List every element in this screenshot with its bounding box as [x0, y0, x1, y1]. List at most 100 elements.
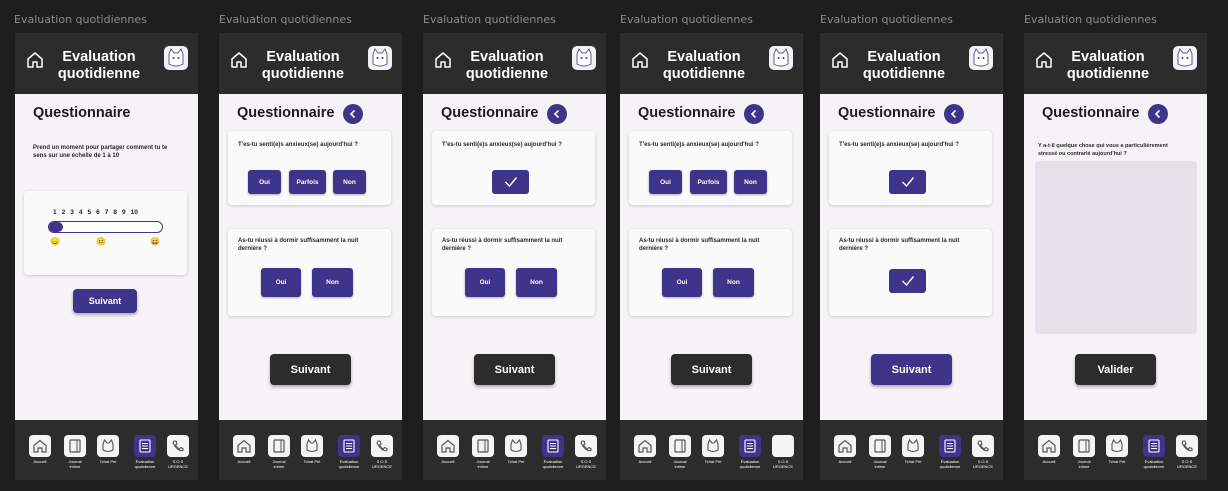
nav-item-phone[interactable]: S.O.S URGENCE — [767, 435, 799, 469]
nav-item-journal[interactable]: Journal intime — [59, 435, 91, 469]
nav-label: Évaluation quotidienne — [542, 459, 564, 469]
question-2-text: As-tu réussi à dormir suffisamment la nu… — [839, 238, 960, 252]
nav-item-checklist[interactable]: Évaluation quotidienne — [129, 435, 161, 469]
answer-oui[interactable]: Oui — [649, 170, 682, 194]
avatar[interactable] — [368, 46, 392, 70]
nav-item-checklist[interactable]: Évaluation quotidienne — [1138, 435, 1170, 469]
nav-label: S.O.S URGENCE — [575, 459, 596, 469]
answer-oui[interactable]: Oui — [662, 268, 702, 297]
nav-item-home[interactable]: Accueil — [629, 435, 661, 464]
next-button[interactable]: Suivant — [474, 354, 555, 385]
answer-non[interactable]: Non — [333, 170, 366, 194]
free-text-input[interactable] — [1035, 161, 1197, 334]
answer-oui[interactable]: Oui — [261, 268, 301, 297]
nav-item-cat[interactable]: Tchat Pet — [92, 435, 124, 464]
nav-label: Accueil — [33, 459, 47, 464]
happy-emoji-icon: 😄 — [150, 237, 160, 246]
answer-selected[interactable] — [492, 170, 529, 194]
mood-slider[interactable] — [48, 221, 163, 233]
back-button[interactable] — [744, 104, 764, 124]
avatar[interactable] — [572, 46, 596, 70]
nav-item-home[interactable]: Accueil — [24, 435, 56, 464]
cat-avatar-icon — [372, 47, 388, 67]
nav-item-home[interactable]: Accueil — [432, 435, 464, 464]
home-icon[interactable] — [830, 50, 850, 70]
back-button[interactable] — [547, 104, 567, 124]
avatar[interactable] — [769, 46, 793, 70]
answer-oui[interactable]: Oui — [248, 170, 281, 194]
nav-label: S.O.S URGENCE — [972, 459, 993, 469]
question-3-text: Y a-t-il quelque chose qui vous a partic… — [1038, 143, 1168, 157]
next-button[interactable]: Suivant — [270, 354, 351, 385]
back-button[interactable] — [343, 104, 363, 124]
screen-scale: Evaluation quotidienne Questionnaire Pre… — [15, 33, 198, 480]
answer-selected[interactable] — [889, 269, 926, 293]
header-title: Evaluation quotidienne — [862, 49, 946, 82]
nav-item-cat[interactable]: Tchat Pet — [500, 435, 532, 464]
next-button[interactable]: Suivant — [73, 289, 137, 313]
nav-item-journal[interactable]: Journal intime — [467, 435, 499, 469]
answer-non[interactable]: Non — [734, 170, 767, 194]
nav-item-phone[interactable]: S.O.S URGENCE — [366, 435, 398, 469]
nav-item-phone[interactable]: S.O.S URGENCE — [570, 435, 602, 469]
answer-selected[interactable] — [889, 170, 926, 194]
next-button[interactable]: Suivant — [671, 354, 752, 385]
home-icon — [1038, 435, 1060, 457]
nav-item-home[interactable]: Accueil — [1033, 435, 1065, 464]
avatar[interactable] — [164, 46, 188, 70]
nav-label: Journal intime — [272, 459, 286, 469]
home-icon[interactable] — [25, 50, 45, 70]
phone-icon — [1176, 435, 1198, 457]
nav-item-home[interactable]: Accueil — [829, 435, 861, 464]
nav-item-home[interactable]: Accueil — [228, 435, 260, 464]
nav-label: Tchat Pet — [99, 459, 117, 464]
chevron-left-icon — [1154, 109, 1161, 119]
nav-label: Évaluation quotidienne — [338, 459, 360, 469]
answer-non[interactable]: Non — [516, 268, 557, 297]
cat-avatar-icon — [773, 47, 789, 67]
checkmark-icon — [504, 177, 517, 188]
back-button[interactable] — [1148, 104, 1168, 124]
cat-icon — [702, 435, 724, 457]
validate-button[interactable]: Valider — [1075, 354, 1156, 385]
home-icon[interactable] — [433, 50, 453, 70]
nav-item-phone[interactable]: S.O.S URGENCE — [967, 435, 999, 469]
sad-emoji-icon: 😞 — [50, 237, 60, 246]
avatar[interactable] — [969, 46, 993, 70]
nav-item-journal[interactable]: Journal intime — [864, 435, 896, 469]
app-header: Evaluation quotidienne — [820, 33, 1003, 94]
home-icon[interactable] — [630, 50, 650, 70]
nav-item-cat[interactable]: Tchat Pet — [1101, 435, 1133, 464]
question-card-1: T'es-tu senti(e)s anxieux(se) aujourd'hu… — [629, 131, 792, 205]
nav-item-cat[interactable]: Tchat Pet — [897, 435, 929, 464]
answer-parfois[interactable]: Parfois — [690, 170, 727, 194]
cat-icon — [505, 435, 527, 457]
nav-item-cat[interactable]: Tchat Pet — [697, 435, 729, 464]
home-icon[interactable] — [229, 50, 249, 70]
nav-item-phone[interactable]: S.O.S URGENCE — [162, 435, 194, 469]
answer-parfois[interactable]: Parfois — [289, 170, 326, 194]
answer-non[interactable]: Non — [713, 268, 754, 297]
answer-non[interactable]: Non — [312, 268, 353, 297]
avatar[interactable] — [1173, 46, 1197, 70]
nav-item-journal[interactable]: Journal intime — [263, 435, 295, 469]
checkmark-icon — [901, 276, 914, 287]
nav-item-checklist[interactable]: Évaluation quotidienne — [537, 435, 569, 469]
nav-item-cat[interactable]: Tchat Pet — [296, 435, 328, 464]
nav-item-checklist[interactable]: Évaluation quotidienne — [734, 435, 766, 469]
checklist-icon — [134, 435, 156, 457]
next-button[interactable]: Suivant — [871, 354, 952, 385]
phone-icon — [167, 435, 189, 457]
nav-item-phone[interactable]: S.O.S URGENCE — [1171, 435, 1203, 469]
screen-questions: Evaluation quotidienne Questionnaire T'e… — [219, 33, 402, 480]
nav-item-journal[interactable]: Journal intime — [664, 435, 696, 469]
nav-item-checklist[interactable]: Évaluation quotidienne — [934, 435, 966, 469]
nav-label: Journal intime — [873, 459, 887, 469]
neutral-emoji-icon: 😐 — [96, 237, 106, 246]
answer-oui[interactable]: Oui — [465, 268, 505, 297]
home-icon[interactable] — [1034, 50, 1054, 70]
back-button[interactable] — [944, 104, 964, 124]
nav-item-journal[interactable]: Journal intime — [1068, 435, 1100, 469]
question-1-text: T'es-tu senti(e)s anxieux(se) aujourd'hu… — [839, 142, 959, 148]
nav-item-checklist[interactable]: Évaluation quotidienne — [333, 435, 365, 469]
